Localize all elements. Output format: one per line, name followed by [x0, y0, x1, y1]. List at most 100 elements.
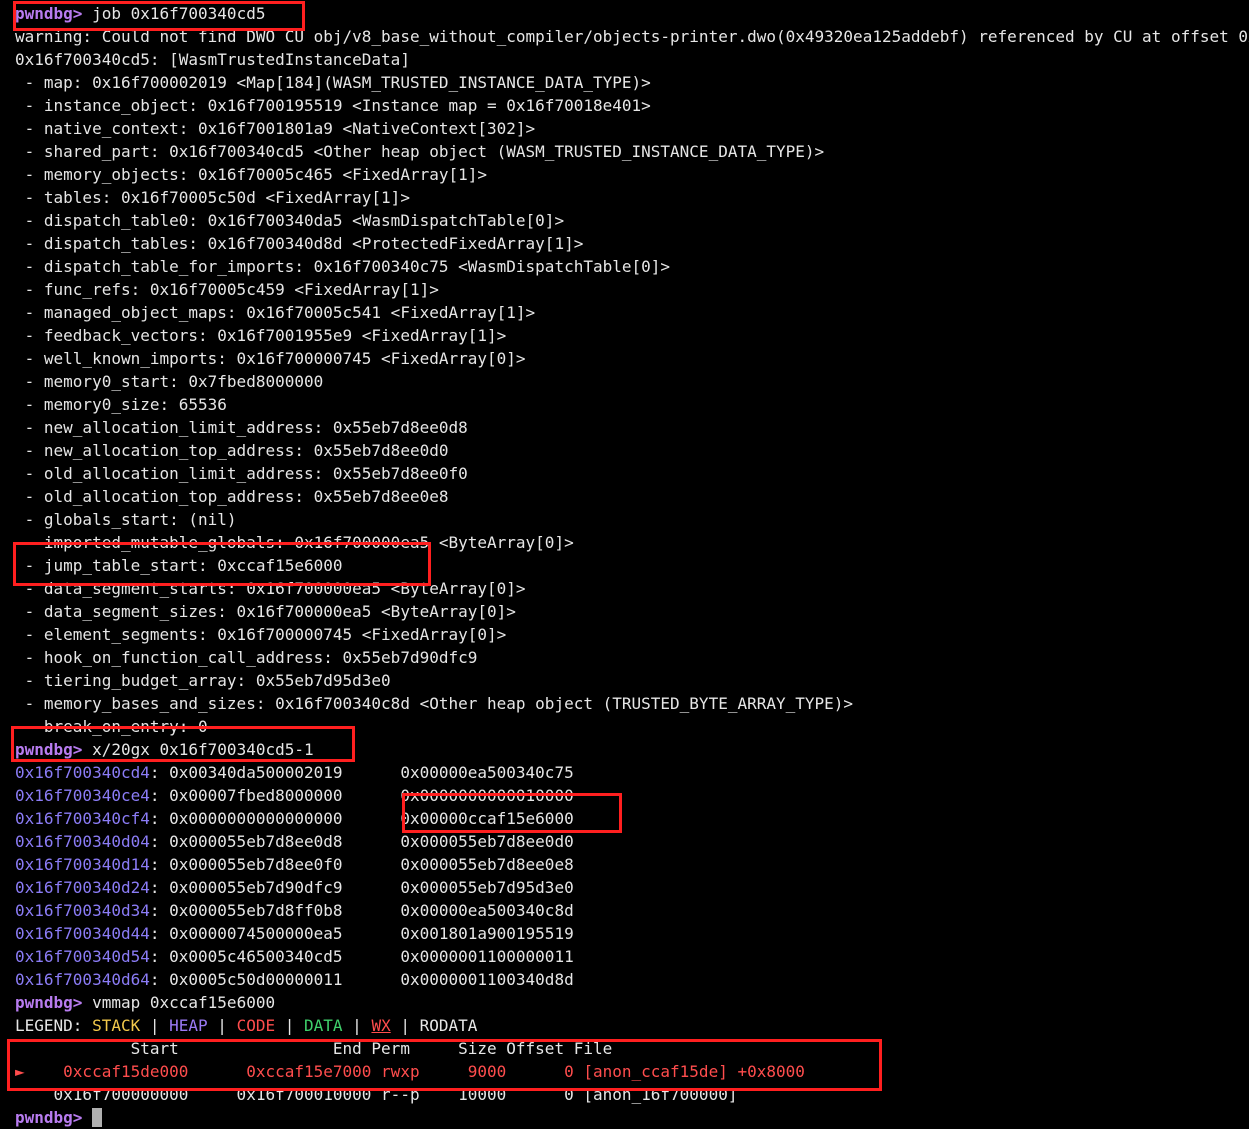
memdump-row: 0x16f700340d24: 0x000055eb7d90dfc9 0x000…: [15, 876, 1249, 899]
object-header: 0x16f700340cd5: [WasmTrustedInstanceData…: [15, 50, 410, 69]
memdump-address: 0x16f700340d34: [15, 901, 150, 920]
object-fields: - map: 0x16f700002019 <Map[184](WASM_TRU…: [15, 71, 1249, 738]
memdump-value: 0x000055eb7d90dfc9: [169, 878, 343, 897]
command-text: [82, 1108, 92, 1127]
object-field-line: - dispatch_table_for_imports: 0x16f70034…: [15, 257, 671, 276]
legend-line: LEGEND: STACK | HEAP | CODE | DATA | WX …: [15, 1014, 1249, 1037]
object-field-line: - data_segment_starts: 0x16f700000ea5 <B…: [15, 579, 526, 598]
prompt: pwndbg>: [15, 1108, 83, 1127]
vmmap-header: Start End Perm Size Offset File: [15, 1039, 613, 1058]
command-text: vmmap 0xccaf15e6000: [82, 993, 276, 1012]
object-field-line: - memory0_start: 0x7fbed8000000: [15, 372, 324, 391]
memdump-address: 0x16f700340cf4: [15, 809, 150, 828]
memdump-value: 0x001801a900195519: [400, 924, 574, 943]
legend-sep: |: [342, 1016, 372, 1035]
memdump-address: 0x16f700340d54: [15, 947, 150, 966]
memdump-row: 0x16f700340d34: 0x000055eb7d8ff0b8 0x000…: [15, 899, 1249, 922]
prompt: pwndbg>: [15, 4, 83, 23]
object-field-line: - dispatch_table0: 0x16f700340da5 <WasmD…: [15, 211, 565, 230]
memdump-gap: [343, 878, 401, 897]
object-field-line: - dispatch_tables: 0x16f700340d8d <Prote…: [15, 234, 584, 253]
object-field-line: - managed_object_maps: 0x16f70005c541 <F…: [15, 303, 536, 322]
memdump-gap: [343, 786, 401, 805]
object-field-line: - tiering_budget_array: 0x55eb7d95d3e0: [15, 671, 391, 690]
memdump-row: 0x16f700340d64: 0x0005c50d00000011 0x000…: [15, 968, 1249, 991]
memdump-value: 0x0000001100000011: [400, 947, 574, 966]
command-text: job 0x16f700340cd5: [82, 4, 266, 23]
memdump-value: 0x0005c50d00000011: [169, 970, 343, 989]
memdump-address: 0x16f700340d44: [15, 924, 150, 943]
memdump-gap: [343, 763, 401, 782]
object-field-line: - feedback_vectors: 0x16f7001955e9 <Fixe…: [15, 326, 507, 345]
legend-sep: |: [390, 1016, 420, 1035]
memdump-gap: [343, 970, 401, 989]
legend-heap: HEAP: [169, 1016, 208, 1035]
memdump-value: 0x000055eb7d8ee0e8: [400, 855, 574, 874]
memdump-colon: :: [149, 947, 170, 966]
memdump-gap: [343, 855, 401, 874]
memdump-value: 0x00340da500002019: [169, 763, 343, 782]
legend-stack: STACK: [92, 1016, 141, 1035]
memdump-colon: :: [149, 970, 170, 989]
memdump-value: 0x00000ea500340c75: [400, 763, 574, 782]
command-text: x/20gx 0x16f700340cd5-1: [82, 740, 314, 759]
object-field-line: - element_segments: 0x16f700000745 <Fixe…: [15, 625, 507, 644]
prompt: pwndbg>: [15, 993, 83, 1012]
object-field-line: - map: 0x16f700002019 <Map[184](WASM_TRU…: [15, 73, 651, 92]
memory-dump: 0x16f700340cd4: 0x00340da500002019 0x000…: [15, 761, 1249, 991]
memdump-value: 0x000055eb7d8ee0f0: [169, 855, 343, 874]
memdump-address: 0x16f700340cd4: [15, 763, 150, 782]
memdump-value: 0x0000001100340d8d: [400, 970, 574, 989]
memdump-value: 0x00000ea500340c8d: [400, 901, 574, 920]
object-field-line: - jump_table_start: 0xccaf15e6000: [15, 556, 343, 575]
memdump-address: 0x16f700340d64: [15, 970, 150, 989]
memdump-gap: [343, 901, 401, 920]
object-field-line: - globals_start: (nil): [15, 510, 237, 529]
legend-sep: |: [275, 1016, 305, 1035]
legend-code: CODE: [236, 1016, 276, 1035]
memdump-gap: [343, 924, 401, 943]
object-field-line: - old_allocation_limit_address: 0x55eb7d…: [15, 464, 468, 483]
cursor: [92, 1108, 103, 1127]
object-field-line: - tables: 0x16f70005c50d <FixedArray[1]>: [15, 188, 410, 207]
legend-label: LEGEND:: [15, 1016, 93, 1035]
object-field-line: - memory_bases_and_sizes: 0x16f700340c8d…: [15, 694, 854, 713]
memdump-colon: :: [149, 901, 170, 920]
memdump-address: 0x16f700340ce4: [15, 786, 150, 805]
memdump-value: 0x000055eb7d95d3e0: [400, 878, 574, 897]
object-field-line: - instance_object: 0x16f700195519 <Insta…: [15, 96, 651, 115]
memdump-row: 0x16f700340d54: 0x0005c46500340cd5 0x000…: [15, 945, 1249, 968]
memdump-address: 0x16f700340d04: [15, 832, 150, 851]
object-field-line: - memory0_size: 65536: [15, 395, 227, 414]
memdump-row: 0x16f700340d14: 0x000055eb7d8ee0f0 0x000…: [15, 853, 1249, 876]
memdump-value: 0x00007fbed8000000: [169, 786, 343, 805]
object-field-line: - well_known_imports: 0x16f700000745 <Fi…: [15, 349, 526, 368]
memdump-colon: :: [149, 855, 170, 874]
memdump-colon: :: [149, 763, 170, 782]
legend-data: DATA: [304, 1016, 343, 1035]
memdump-value: 0x000055eb7d8ee0d0: [400, 832, 574, 851]
object-field-line: - native_context: 0x16f7001801a9 <Native…: [15, 119, 536, 138]
memdump-row: 0x16f700340cd4: 0x00340da500002019 0x000…: [15, 761, 1249, 784]
terminal-output[interactable]: pwndbg> job 0x16f700340cd5 warning: Coul…: [15, 2, 1249, 1129]
object-field-line: - imported_mutable_globals: 0x16f700000e…: [15, 533, 574, 552]
command-line-x: pwndbg> x/20gx 0x16f700340cd5-1: [15, 738, 1249, 761]
memdump-value: 0x00000ccaf15e6000: [400, 809, 574, 828]
object-field-line: - break_on_entry: 0: [15, 717, 208, 736]
command-line-job: pwndbg> job 0x16f700340cd5: [15, 2, 1249, 25]
memdump-colon: :: [149, 924, 170, 943]
command-line-current[interactable]: pwndbg>: [15, 1106, 1249, 1129]
legend-sep: |: [207, 1016, 237, 1035]
memdump-row: 0x16f700340ce4: 0x00007fbed8000000 0x000…: [15, 784, 1249, 807]
memdump-gap: [343, 947, 401, 966]
memdump-value: 0x000055eb7d8ff0b8: [169, 901, 343, 920]
object-field-line: - memory_objects: 0x16f70005c465 <FixedA…: [15, 165, 488, 184]
memdump-colon: :: [149, 878, 170, 897]
memdump-gap: [343, 832, 401, 851]
memdump-row: 0x16f700340d44: 0x0000074500000ea5 0x001…: [15, 922, 1249, 945]
legend-sep: |: [140, 1016, 170, 1035]
object-field-line: - new_allocation_limit_address: 0x55eb7d…: [15, 418, 468, 437]
memdump-value: 0x0000000000010000: [400, 786, 574, 805]
memdump-value: 0x0000000000000000: [169, 809, 343, 828]
vmmap-row: 0x16f700000000 0x16f700010000 r--p 10000…: [15, 1085, 738, 1104]
